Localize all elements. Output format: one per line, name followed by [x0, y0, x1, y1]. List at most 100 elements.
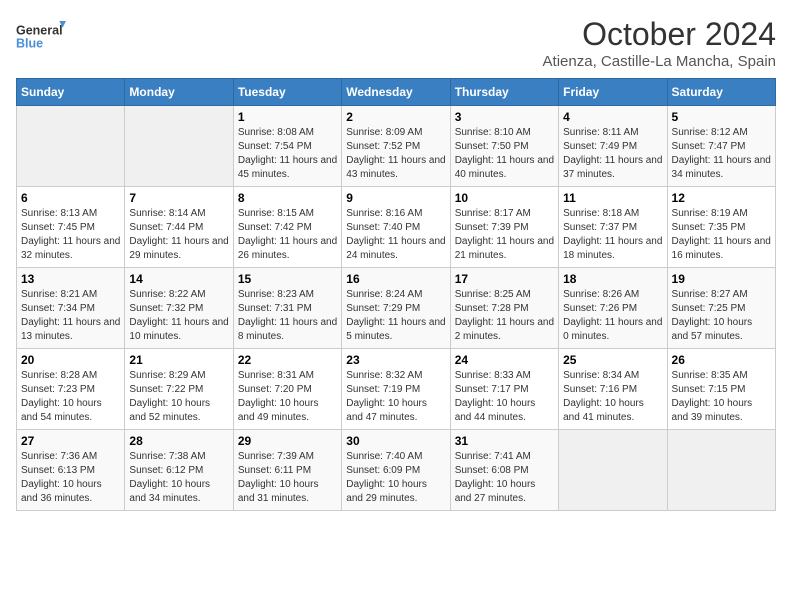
day-number: 17 [455, 272, 554, 286]
week-row-3: 13Sunrise: 8:21 AM Sunset: 7:34 PM Dayli… [17, 268, 776, 349]
calendar-cell: 18 Sunrise: 8:26 AM Sunset: 7:26 PM Dayli… [559, 268, 667, 349]
day-header-saturday: Saturday [667, 79, 775, 106]
day-info: Sunrise: 8:29 AM Sunset: 7:22 PM Dayligh… [129, 369, 228, 425]
week-row-1: 1 Sunrise: 8:08 AM Sunset: 7:54 PM Daylig… [17, 106, 776, 187]
calendar-cell [667, 430, 775, 511]
day-info: Sunrise: 7:41 AM Sunset: 6:08 PM Dayligh… [455, 450, 554, 506]
calendar-cell: 27 Sunrise: 7:36 AM Sunset: 6:13 PM Dayli… [17, 430, 125, 511]
day-info: Sunrise: 8:08 AM Sunset: 7:54 PM Dayligh… [238, 126, 337, 182]
day-number: 15 [238, 272, 337, 286]
day-info: Sunrise: 8:18 AM Sunset: 7:37 PM Dayligh… [563, 207, 662, 263]
day-number: 10 [455, 191, 554, 205]
day-info: Sunrise: 8:14 AM Sunset: 7:44 PM Dayligh… [129, 207, 228, 263]
calendar-cell: 3Sunrise: 8:10 AM Sunset: 7:50 PM Daylig… [450, 106, 558, 187]
day-info: Sunrise: 8:17 AM Sunset: 7:39 PM Dayligh… [455, 207, 554, 263]
day-info: Sunrise: 8:25 AM Sunset: 7:28 PM Dayligh… [455, 288, 554, 344]
day-info: Sunrise: 8:11 AM Sunset: 7:49 PM Dayligh… [563, 126, 662, 182]
logo-svg: General Blue [16, 16, 66, 56]
day-number: 18 [563, 272, 662, 286]
day-info: Sunrise: 8:33 AM Sunset: 7:17 PM Dayligh… [455, 369, 554, 425]
day-info: Sunrise: 8:12 AM Sunset: 7:47 PM Dayligh… [672, 126, 771, 182]
calendar-cell: 14 Sunrise: 8:22 AM Sunset: 7:32 PM Dayli… [125, 268, 233, 349]
calendar-cell: 13Sunrise: 8:21 AM Sunset: 7:34 PM Dayli… [17, 268, 125, 349]
day-number: 25 [563, 353, 662, 367]
day-info: Sunrise: 8:10 AM Sunset: 7:50 PM Dayligh… [455, 126, 554, 182]
day-info: Sunrise: 8:31 AM Sunset: 7:20 PM Dayligh… [238, 369, 337, 425]
calendar-cell: 11 Sunrise: 8:18 AM Sunset: 7:37 PM Dayli… [559, 187, 667, 268]
day-number: 1 [238, 110, 337, 124]
day-info: Sunrise: 8:19 AM Sunset: 7:35 PM Dayligh… [672, 207, 771, 263]
day-number: 2 [346, 110, 445, 124]
calendar-cell: 6 Sunrise: 8:13 AM Sunset: 7:45 PM Daylig… [17, 187, 125, 268]
calendar-cell: 19 Sunrise: 8:27 AM Sunset: 7:25 PM Dayli… [667, 268, 775, 349]
day-number: 16 [346, 272, 445, 286]
day-number: 20 [21, 353, 120, 367]
calendar-cell: 22 Sunrise: 8:31 AM Sunset: 7:20 PM Dayli… [233, 349, 341, 430]
day-number: 5 [672, 110, 771, 124]
day-number: 8 [238, 191, 337, 205]
day-info: Sunrise: 7:36 AM Sunset: 6:13 PM Dayligh… [21, 450, 120, 506]
calendar-cell: 12Sunrise: 8:19 AM Sunset: 7:35 PM Dayli… [667, 187, 775, 268]
day-number: 19 [672, 272, 771, 286]
day-header-tuesday: Tuesday [233, 79, 341, 106]
day-info: Sunrise: 8:13 AM Sunset: 7:45 PM Dayligh… [21, 207, 120, 263]
logo: General Blue [16, 16, 66, 56]
calendar-cell: 31 Sunrise: 7:41 AM Sunset: 6:08 PM Dayli… [450, 430, 558, 511]
calendar-cell: 8Sunrise: 8:15 AM Sunset: 7:42 PM Daylig… [233, 187, 341, 268]
calendar-cell [125, 106, 233, 187]
day-number: 14 [129, 272, 228, 286]
header: General Blue October 2024 Atienza, Casti… [16, 16, 776, 70]
day-info: Sunrise: 7:38 AM Sunset: 6:12 PM Dayligh… [129, 450, 228, 506]
calendar-cell: 24 Sunrise: 8:33 AM Sunset: 7:17 PM Dayli… [450, 349, 558, 430]
calendar-cell: 28Sunrise: 7:38 AM Sunset: 6:12 PM Dayli… [125, 430, 233, 511]
day-header-friday: Friday [559, 79, 667, 106]
calendar-cell: 30 Sunrise: 7:40 AM Sunset: 6:09 PM Dayli… [342, 430, 450, 511]
day-number: 7 [129, 191, 228, 205]
calendar-cell: 21Sunrise: 8:29 AM Sunset: 7:22 PM Dayli… [125, 349, 233, 430]
calendar-cell [17, 106, 125, 187]
day-info: Sunrise: 8:35 AM Sunset: 7:15 PM Dayligh… [672, 369, 771, 425]
day-number: 30 [346, 434, 445, 448]
day-info: Sunrise: 8:16 AM Sunset: 7:40 PM Dayligh… [346, 207, 445, 263]
calendar-cell [559, 430, 667, 511]
week-row-5: 27 Sunrise: 7:36 AM Sunset: 6:13 PM Dayli… [17, 430, 776, 511]
day-number: 24 [455, 353, 554, 367]
day-header-sunday: Sunday [17, 79, 125, 106]
calendar-cell: 2Sunrise: 8:09 AM Sunset: 7:52 PM Daylig… [342, 106, 450, 187]
day-info: Sunrise: 8:34 AM Sunset: 7:16 PM Dayligh… [563, 369, 662, 425]
week-row-4: 20Sunrise: 8:28 AM Sunset: 7:23 PM Dayli… [17, 349, 776, 430]
title-area: October 2024 Atienza, Castille-La Mancha… [543, 16, 776, 70]
calendar-cell: 5 Sunrise: 8:12 AM Sunset: 7:47 PM Daylig… [667, 106, 775, 187]
day-header-thursday: Thursday [450, 79, 558, 106]
day-info: Sunrise: 7:40 AM Sunset: 6:09 PM Dayligh… [346, 450, 445, 506]
calendar-cell: 1 Sunrise: 8:08 AM Sunset: 7:54 PM Daylig… [233, 106, 341, 187]
day-number: 23 [346, 353, 445, 367]
day-info: Sunrise: 8:24 AM Sunset: 7:29 PM Dayligh… [346, 288, 445, 344]
week-row-2: 6 Sunrise: 8:13 AM Sunset: 7:45 PM Daylig… [17, 187, 776, 268]
calendar-cell: 29Sunrise: 7:39 AM Sunset: 6:11 PM Dayli… [233, 430, 341, 511]
day-number: 9 [346, 191, 445, 205]
day-info: Sunrise: 8:26 AM Sunset: 7:26 PM Dayligh… [563, 288, 662, 344]
calendar-cell: 4 Sunrise: 8:11 AM Sunset: 7:49 PM Daylig… [559, 106, 667, 187]
calendar-cell: 7 Sunrise: 8:14 AM Sunset: 7:44 PM Daylig… [125, 187, 233, 268]
day-info: Sunrise: 8:23 AM Sunset: 7:31 PM Dayligh… [238, 288, 337, 344]
day-header-wednesday: Wednesday [342, 79, 450, 106]
day-number: 26 [672, 353, 771, 367]
calendar-cell: 17 Sunrise: 8:25 AM Sunset: 7:28 PM Dayli… [450, 268, 558, 349]
calendar-cell: 20Sunrise: 8:28 AM Sunset: 7:23 PM Dayli… [17, 349, 125, 430]
day-number: 31 [455, 434, 554, 448]
day-number: 22 [238, 353, 337, 367]
day-number: 4 [563, 110, 662, 124]
day-number: 6 [21, 191, 120, 205]
location-subtitle: Atienza, Castille-La Mancha, Spain [543, 53, 776, 70]
day-header-monday: Monday [125, 79, 233, 106]
day-info: Sunrise: 8:22 AM Sunset: 7:32 PM Dayligh… [129, 288, 228, 344]
day-info: Sunrise: 8:21 AM Sunset: 7:34 PM Dayligh… [21, 288, 120, 344]
day-number: 27 [21, 434, 120, 448]
day-info: Sunrise: 7:39 AM Sunset: 6:11 PM Dayligh… [238, 450, 337, 506]
header-row: SundayMondayTuesdayWednesdayThursdayFrid… [17, 79, 776, 106]
calendar-cell: 26 Sunrise: 8:35 AM Sunset: 7:15 PM Dayli… [667, 349, 775, 430]
day-number: 11 [563, 191, 662, 205]
svg-text:General: General [16, 23, 63, 37]
day-info: Sunrise: 8:27 AM Sunset: 7:25 PM Dayligh… [672, 288, 771, 344]
